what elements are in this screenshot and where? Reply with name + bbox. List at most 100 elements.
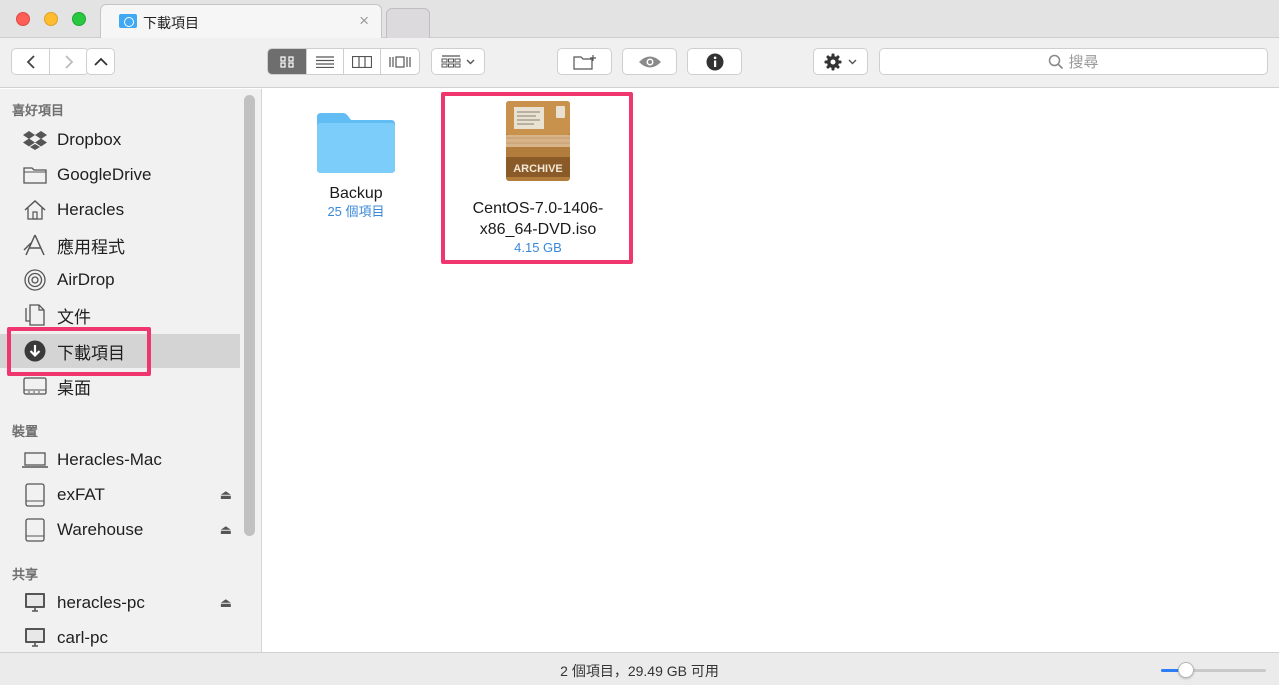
folder-icon bbox=[22, 162, 48, 188]
file-name: Backup bbox=[329, 185, 383, 202]
sidebar-item-label: 應用程式 bbox=[57, 237, 125, 257]
favorites-header: 喜好項目 bbox=[12, 103, 65, 118]
sidebar-item-airdrop[interactable]: AirDrop bbox=[10, 263, 240, 297]
laptop-icon bbox=[22, 447, 48, 473]
sidebar-item-label: Heracles-Mac bbox=[57, 450, 162, 469]
navigation-buttons bbox=[11, 48, 89, 75]
sidebar-item-dropbox[interactable]: Dropbox bbox=[10, 123, 240, 157]
eye-icon bbox=[638, 56, 661, 67]
sidebar-item-label: exFAT bbox=[57, 485, 105, 504]
archive-label: ARCHIVE bbox=[513, 163, 563, 175]
shared-header: 共享 bbox=[12, 567, 39, 582]
downloads-icon bbox=[22, 338, 48, 364]
sidebar-item-label: carl-pc bbox=[57, 628, 109, 647]
eject-icon[interactable]: ⏏ bbox=[220, 522, 232, 538]
sidebar: 喜好項目 Dropbox GoogleDrive Heracles 應用程式 A… bbox=[0, 89, 262, 652]
chevron-down-icon bbox=[466, 59, 475, 64]
chevron-up-icon bbox=[93, 57, 108, 66]
documents-icon bbox=[22, 302, 48, 328]
status-text: 2 個項目，29.49 GB 可用 bbox=[560, 663, 719, 679]
tab-downloads[interactable]: 下載項目 × bbox=[100, 4, 382, 39]
sidebar-item-label: GoogleDrive bbox=[57, 165, 152, 184]
forward-button[interactable] bbox=[50, 49, 88, 74]
sidebar-item-documents[interactable]: 文件 bbox=[10, 298, 240, 332]
drive-icon bbox=[22, 482, 48, 508]
sidebar-item-label: 文件 bbox=[57, 307, 91, 327]
search-icon bbox=[1049, 54, 1064, 69]
grid-icon bbox=[280, 55, 294, 68]
new-folder-icon bbox=[572, 54, 596, 70]
sidebar-item-googledrive[interactable]: GoogleDrive bbox=[10, 158, 240, 192]
chevron-right-icon bbox=[65, 54, 74, 69]
info-icon bbox=[706, 53, 723, 70]
arrange-button[interactable] bbox=[431, 48, 485, 75]
sidebar-item-exfat[interactable]: exFAT ⏏ bbox=[10, 478, 240, 512]
file-meta: 4.15 GB bbox=[514, 240, 562, 255]
close-tab-icon[interactable]: × bbox=[359, 11, 369, 31]
desktop-icon bbox=[22, 373, 48, 399]
list-icon bbox=[316, 55, 334, 68]
new-tab-button[interactable] bbox=[386, 8, 430, 38]
zoom-window-button[interactable] bbox=[72, 12, 86, 26]
downloads-folder-icon bbox=[119, 14, 137, 28]
sidebar-scrollbar[interactable] bbox=[244, 95, 255, 536]
cover-flow-icon bbox=[389, 55, 411, 68]
archive-icon: ARCHIVE bbox=[506, 101, 570, 181]
sidebar-item-label: Dropbox bbox=[57, 130, 122, 149]
icon-view-button[interactable] bbox=[268, 49, 307, 74]
quick-look-button[interactable] bbox=[622, 48, 677, 75]
sidebar-item-downloads[interactable]: 下載項目 bbox=[0, 334, 240, 368]
file-name-line2: x86_64-DVD.iso bbox=[479, 221, 597, 238]
arrange-grid-icon bbox=[441, 54, 461, 67]
close-window-button[interactable] bbox=[16, 12, 30, 26]
search-placeholder: 搜尋 bbox=[1068, 54, 1099, 71]
column-view-button[interactable] bbox=[344, 49, 381, 74]
airdrop-icon bbox=[22, 267, 48, 293]
sidebar-item-heracles-pc[interactable]: heracles-pc ⏏ bbox=[10, 586, 240, 620]
chevron-down-icon bbox=[848, 59, 857, 64]
get-info-button[interactable] bbox=[687, 48, 742, 75]
enclosing-folder-button[interactable] bbox=[86, 48, 115, 75]
title-bar: 下載項目 × bbox=[0, 0, 1279, 39]
sidebar-item-label: 桌面 bbox=[57, 378, 91, 398]
tab-title: 下載項目 bbox=[143, 15, 199, 31]
list-view-button[interactable] bbox=[307, 49, 344, 74]
applications-icon bbox=[22, 232, 48, 258]
drive-icon bbox=[22, 517, 48, 543]
sidebar-item-carl-pc[interactable]: carl-pc bbox=[10, 621, 240, 655]
gear-icon bbox=[824, 53, 842, 70]
view-mode-selector bbox=[267, 48, 420, 75]
file-browser: Backup 25 個項目 ARCHIVE CentOS-7.0-1406- x… bbox=[263, 89, 1279, 652]
folder-icon bbox=[317, 113, 395, 173]
sidebar-item-heracles[interactable]: Heracles bbox=[10, 193, 240, 227]
sidebar-item-label: Heracles bbox=[57, 200, 125, 219]
status-bar: 2 個項目，29.49 GB 可用 bbox=[0, 652, 1279, 685]
sidebar-item-label: AirDrop bbox=[57, 270, 115, 289]
back-button[interactable] bbox=[12, 49, 50, 74]
new-folder-button[interactable] bbox=[557, 48, 612, 75]
toolbar: 搜尋 bbox=[0, 38, 1279, 88]
file-meta: 25 個項目 bbox=[327, 204, 385, 219]
minimize-window-button[interactable] bbox=[44, 12, 58, 26]
sidebar-item-desktop[interactable]: 桌面 bbox=[10, 369, 240, 403]
sidebar-item-applications[interactable]: 應用程式 bbox=[10, 228, 240, 262]
sidebar-item-heracles-mac[interactable]: Heracles-Mac bbox=[10, 443, 240, 477]
pc-icon bbox=[22, 625, 48, 651]
file-name-line1: CentOS-7.0-1406- bbox=[472, 200, 604, 217]
action-menu-button[interactable] bbox=[813, 48, 868, 75]
file-item-centos-iso[interactable]: ARCHIVE CentOS-7.0-1406- x86_64-DVD.iso … bbox=[453, 99, 623, 256]
home-icon bbox=[22, 197, 48, 223]
eject-icon[interactable]: ⏏ bbox=[220, 595, 232, 611]
chevron-left-icon bbox=[26, 54, 35, 69]
file-item-backup[interactable]: Backup 25 個項目 bbox=[298, 105, 414, 220]
sidebar-item-label: Warehouse bbox=[57, 520, 144, 539]
columns-icon bbox=[352, 55, 372, 68]
eject-icon[interactable]: ⏏ bbox=[220, 487, 232, 503]
sidebar-item-label: 下載項目 bbox=[57, 343, 125, 363]
pc-icon bbox=[22, 590, 48, 616]
devices-header: 裝置 bbox=[12, 424, 39, 439]
cover-flow-view-button[interactable] bbox=[381, 49, 419, 74]
sidebar-item-warehouse[interactable]: Warehouse ⏏ bbox=[10, 513, 240, 547]
search-input[interactable]: 搜尋 bbox=[879, 48, 1268, 75]
sidebar-item-label: heracles-pc bbox=[57, 593, 145, 612]
